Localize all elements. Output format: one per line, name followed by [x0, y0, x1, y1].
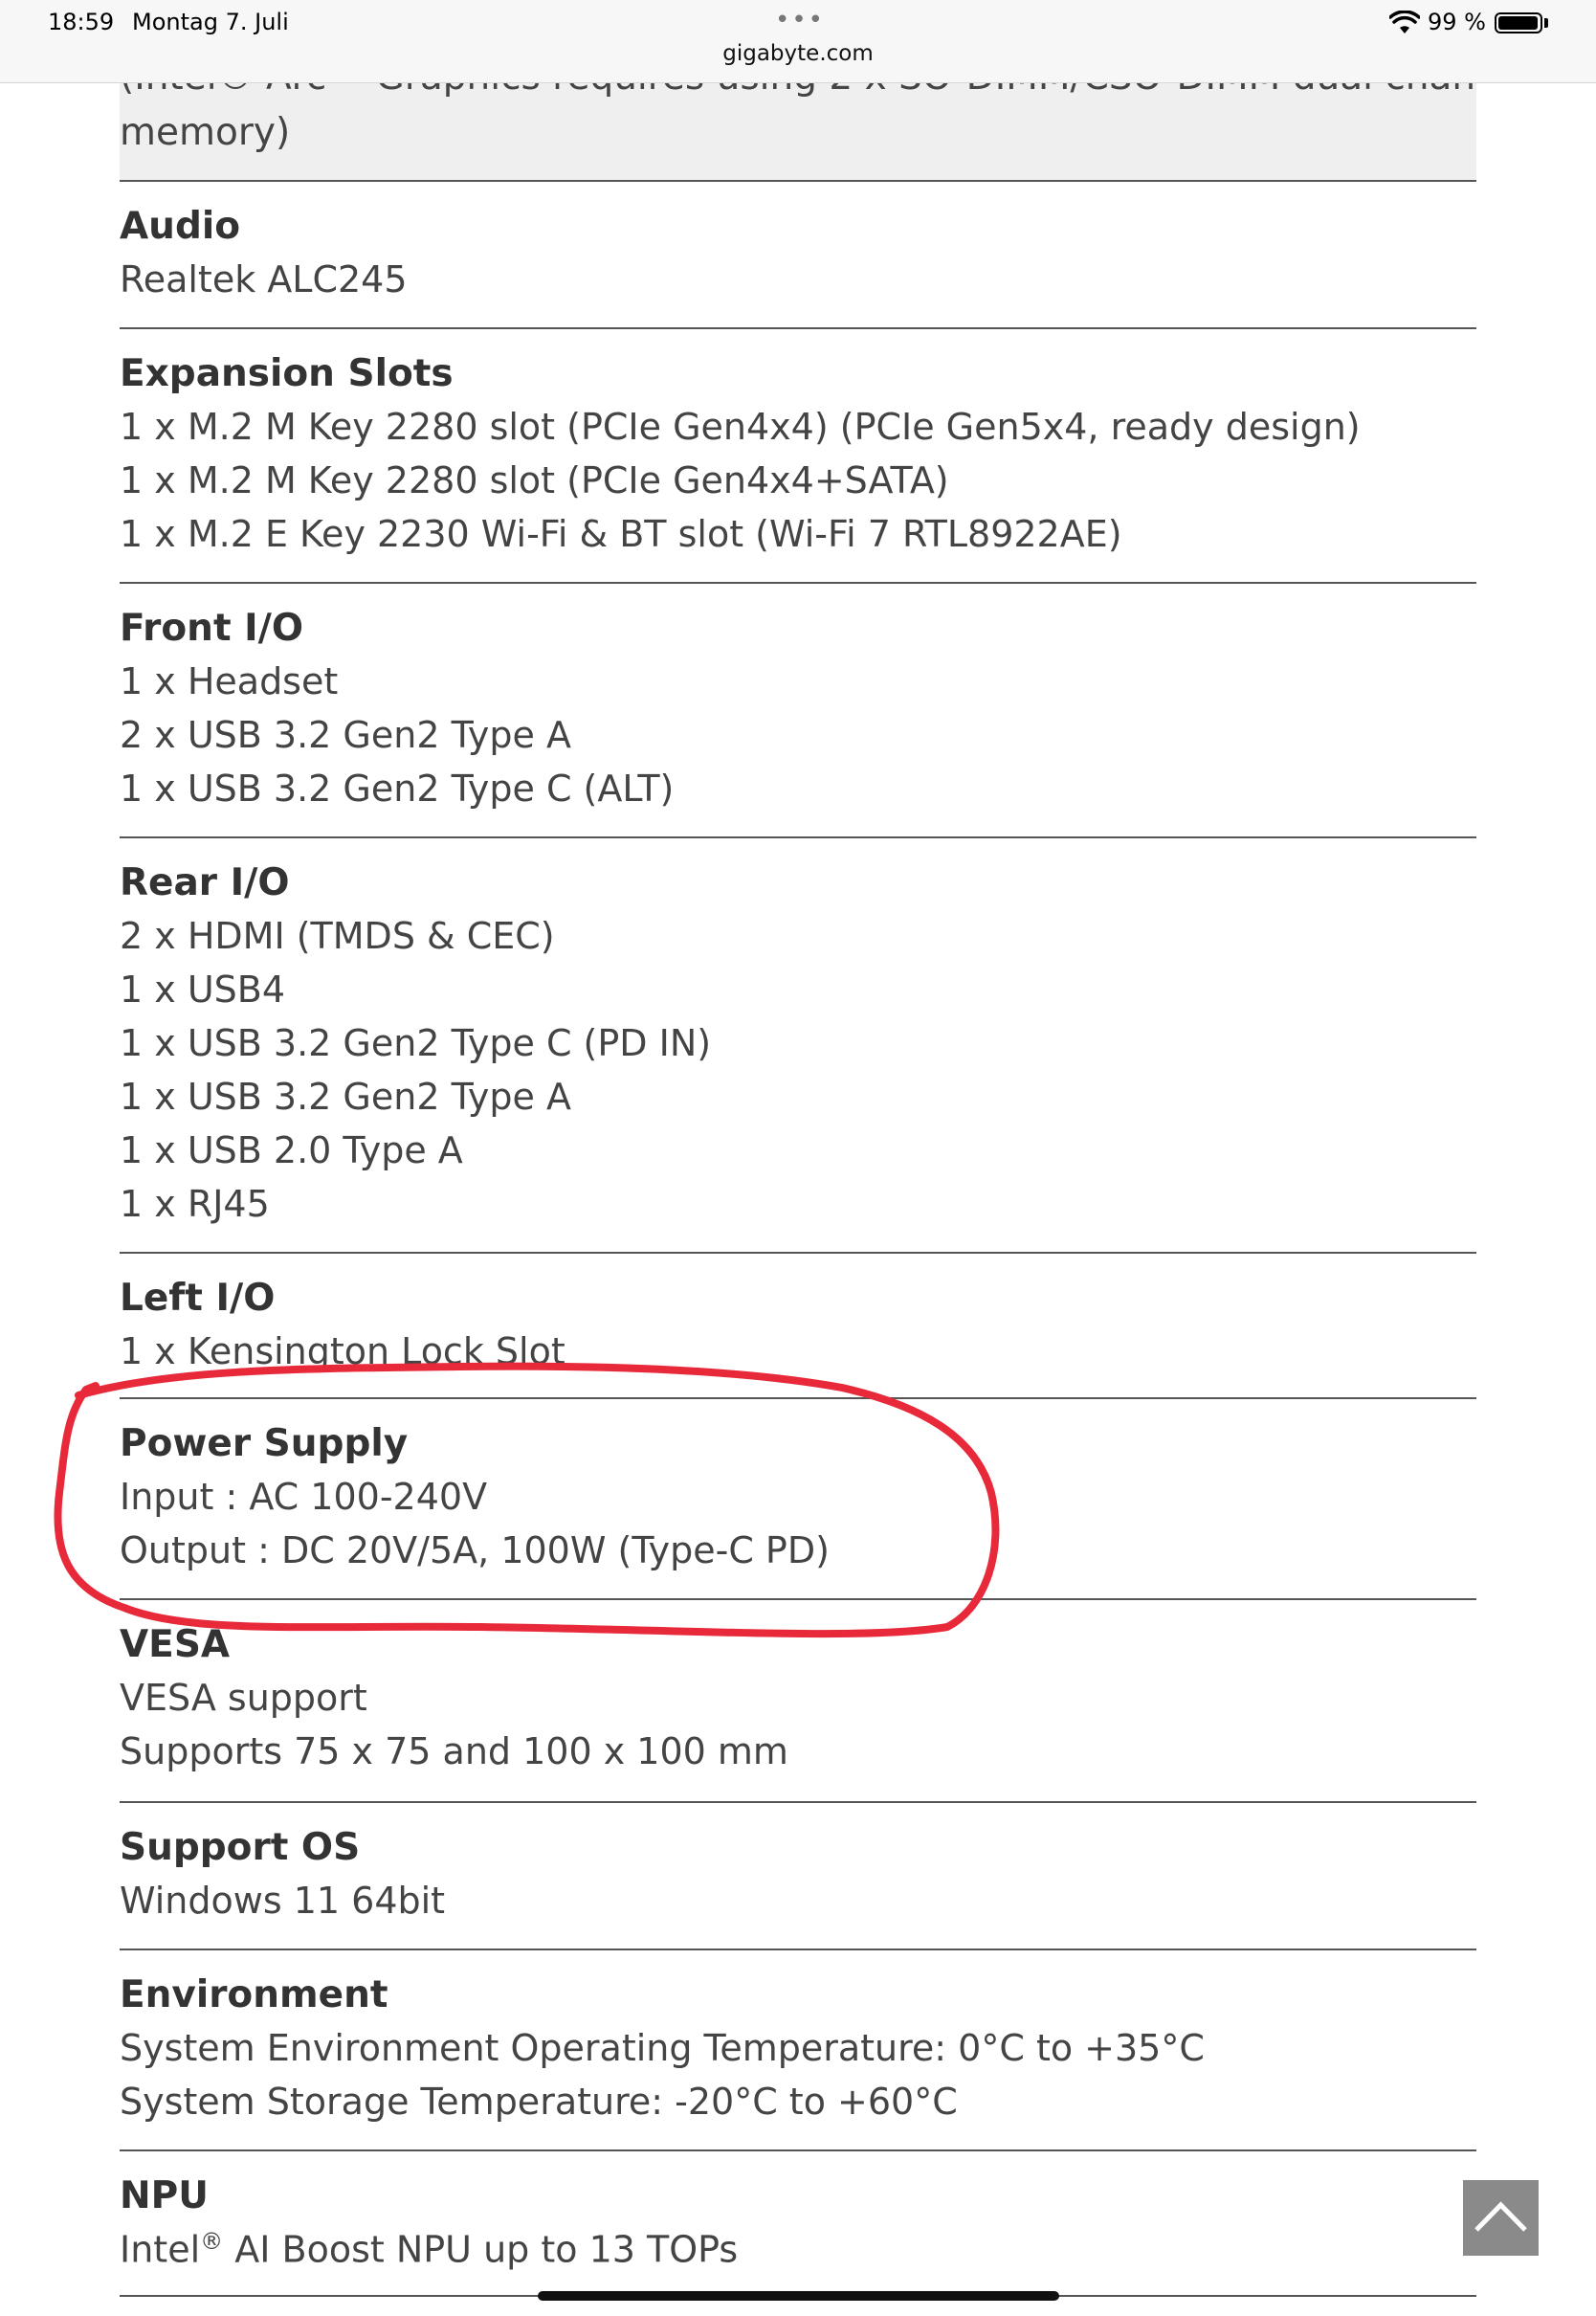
spec-title: Power Supply — [120, 1422, 409, 1465]
spec-value: 1 x Kensington Lock Slot — [120, 1330, 565, 1372]
spec-value: Input : AC 100-240V — [120, 1476, 488, 1518]
spec-title: NPU — [120, 2174, 209, 2217]
spec-value: 1 x USB4 — [120, 969, 286, 1011]
spec-row-support-os: Support OS Windows 11 64bit — [120, 1803, 1476, 1950]
spec-row-npu: NPU Intel® AI Boost NPU up to 13 TOPs — [120, 2151, 1476, 2297]
battery-percent: 99 % — [1428, 9, 1486, 35]
spec-title: Left I/O — [120, 1277, 276, 1320]
spec-title: Support OS — [120, 1826, 361, 1869]
spec-row-environment: Environment System Environment Operating… — [120, 1950, 1476, 2151]
spec-value: 1 x USB 3.2 Gen2 Type C (ALT) — [120, 768, 675, 810]
spec-value: Realtek ALC245 — [120, 258, 408, 301]
scroll-to-top-button[interactable] — [1463, 2180, 1539, 2256]
npu-text: AI Boost NPU up to 13 TOPs — [223, 2228, 739, 2271]
spec-row-front-io: Front I/O 1 x Headset 2 x USB 3.2 Gen2 T… — [120, 584, 1476, 838]
address-bar-url[interactable]: gigabyte.com — [0, 41, 1596, 66]
spec-title: Expansion Slots — [120, 352, 454, 395]
spec-row-rear-io: Rear I/O 2 x HDMI (TMDS & CEC) 1 x USB4 … — [120, 838, 1476, 1254]
home-indicator — [538, 2291, 1059, 2301]
spec-row-left-io: Left I/O 1 x Kensington Lock Slot — [120, 1254, 1476, 1399]
spec-title: Environment — [120, 1973, 388, 2016]
battery-icon — [1495, 12, 1542, 33]
battery-fill — [1498, 16, 1538, 30]
spec-title: Front I/O — [120, 607, 304, 650]
battery-tip — [1544, 18, 1548, 28]
spec-value: 2 x HDMI (TMDS & CEC) — [120, 915, 555, 957]
spec-value: 1 x M.2 E Key 2230 Wi-Fi & BT slot (Wi-F… — [120, 513, 1122, 555]
spec-value: 1 x USB 3.2 Gen2 Type A — [120, 1076, 571, 1118]
more-dots-icon[interactable]: ••• — [775, 6, 825, 34]
spec-value: VESA support — [120, 1677, 367, 1719]
spec-value: System Environment Operating Temperature… — [120, 2027, 1205, 2069]
spec-value: 1 x M.2 M Key 2280 slot (PCIe Gen4x4) (P… — [120, 406, 1361, 448]
spec-value: 1 x Headset — [120, 660, 339, 702]
spec-value: Supports 75 x 75 and 100 x 100 mm — [120, 1730, 788, 1772]
spec-value: Intel® AI Boost NPU up to 13 TOPs — [120, 2228, 738, 2271]
spec-value: Windows 11 64bit — [120, 1880, 446, 1922]
spec-title: VESA — [120, 1623, 231, 1666]
spec-value: 1 x M.2 M Key 2280 slot (PCIe Gen4x4+SAT… — [120, 459, 949, 501]
spec-value: System Storage Temperature: -20°C to +60… — [120, 2081, 958, 2123]
spec-value: 1 x RJ45 — [120, 1183, 270, 1225]
spec-value: 2 x USB 3.2 Gen2 Type A — [120, 714, 571, 756]
registered-mark: ® — [200, 2228, 224, 2255]
spec-row-power-supply: Power Supply Input : AC 100-240V Output … — [120, 1399, 1476, 1600]
graphics-note-line2: memory) — [120, 111, 291, 154]
spec-value: Output : DC 20V/5A, 100W (Type-C PD) — [120, 1529, 830, 1571]
spec-title: Audio — [120, 205, 241, 248]
spec-row-vesa: VESA VESA support Supports 75 x 75 and 1… — [120, 1600, 1476, 1803]
chevron-up-icon — [1474, 2201, 1527, 2232]
status-bar: 18:59 Montag 7. Juli ••• gigabyte.com 99… — [0, 0, 1596, 83]
status-date: Montag 7. Juli — [132, 9, 289, 35]
spec-row-audio: Audio Realtek ALC245 — [120, 182, 1476, 329]
spec-value: 1 x USB 3.2 Gen2 Type C (PD IN) — [120, 1022, 712, 1064]
spec-value: 1 x USB 2.0 Type A — [120, 1129, 463, 1171]
spec-row-expansion-slots: Expansion Slots 1 x M.2 M Key 2280 slot … — [120, 329, 1476, 584]
wifi-icon — [1389, 11, 1420, 33]
npu-brand: Intel — [120, 2228, 201, 2271]
status-time: 18:59 — [48, 9, 115, 35]
spec-title: Rear I/O — [120, 861, 290, 904]
